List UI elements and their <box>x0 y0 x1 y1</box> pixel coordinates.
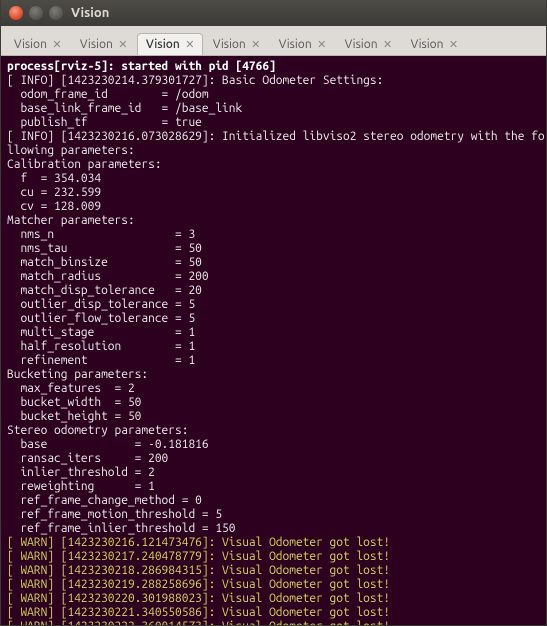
warn-line: [ WARN] [1423230219.288258696]: Visual O… <box>7 578 390 591</box>
close-icon[interactable]: ✕ <box>184 39 196 51</box>
info-line-2b: llowing parameters: <box>7 144 135 157</box>
tab-label: Vision <box>80 38 113 51</box>
setting-publish-tf: publish_tf = true <box>7 116 202 129</box>
setting-base-link-frame-id: base_link_frame_id = /base_link <box>7 102 242 115</box>
warn-line: [ WARN] [1423230222.360014573]: Visual O… <box>7 620 390 625</box>
titlebar[interactable]: Vision <box>1 0 546 26</box>
bucketing-header: Bucketing parameters: <box>7 368 148 381</box>
close-icon[interactable] <box>9 6 23 20</box>
stereo-ref-frame-motion-threshold: ref_frame_motion_threshold = 5 <box>7 508 222 521</box>
calib-cu: cu = 232.599 <box>7 186 101 199</box>
tab-vision-5[interactable]: Vision ✕ <box>270 33 335 55</box>
terminal-output[interactable]: process[rviz-5]: started with pid [4766]… <box>1 56 546 625</box>
warn-line: [ WARN] [1423230216.121473476]: Visual O… <box>7 536 390 549</box>
warn-line: [ WARN] [1423230220.301988023]: Visual O… <box>7 592 390 605</box>
bucketing-bucket-height: bucket_height = 50 <box>7 410 141 423</box>
tab-bar: Vision✕ Vision✕ Vision✕ Vision✕ Vision✕ … <box>1 26 546 56</box>
close-icon[interactable]: ✕ <box>316 39 328 51</box>
tab-label: Vision <box>279 38 312 51</box>
matcher-nms-tau: nms_tau = 50 <box>7 242 202 255</box>
calib-cv: cv = 128.009 <box>7 200 101 213</box>
matcher-nms-n: nms_n = 3 <box>7 228 195 241</box>
matcher-outlier-disp-tolerance: outlier_disp_tolerance = 5 <box>7 298 195 311</box>
minimize-icon[interactable] <box>29 6 43 20</box>
tab-label: Vision <box>411 38 444 51</box>
tab-vision-6[interactable]: Vision ✕ <box>336 33 401 55</box>
close-icon[interactable]: ✕ <box>448 39 460 51</box>
setting-odom-frame-id: odom_frame_id = /odom <box>7 88 209 101</box>
info-line-2a: [ INFO] [1423230216.073028629]: Initiali… <box>7 130 545 143</box>
stereo-ref-frame-inlier-threshold: ref_frame_inlier_threshold = 150 <box>7 522 235 535</box>
tab-vision-4[interactable]: Vision ✕ <box>204 33 269 55</box>
calib-f: f = 354.034 <box>7 172 101 185</box>
warn-line: [ WARN] [1423230221.340550586]: Visual O… <box>7 606 390 619</box>
tab-label: Vision <box>213 38 246 51</box>
tab-label: Vision <box>146 38 180 51</box>
close-icon[interactable]: ✕ <box>250 39 262 51</box>
matcher-match-disp-tolerance: match_disp_tolerance = 20 <box>7 284 202 297</box>
tab-label: Vision <box>14 38 47 51</box>
tab-vision-3[interactable]: Vision ✕ <box>137 33 203 55</box>
calibration-header: Calibration parameters: <box>7 158 162 171</box>
window-title: Vision <box>71 6 109 20</box>
close-icon[interactable]: ✕ <box>51 39 63 51</box>
bucketing-bucket-width: bucket_width = 50 <box>7 396 141 409</box>
tab-label: Vision <box>345 38 378 51</box>
matcher-multi-stage: multi_stage = 1 <box>7 326 195 339</box>
stereo-inlier-threshold: inlier_threshold = 2 <box>7 466 155 479</box>
tab-vision-1[interactable]: Vision ✕ <box>5 33 70 55</box>
warn-line: [ WARN] [1423230218.286984315]: Visual O… <box>7 564 390 577</box>
close-icon[interactable]: ✕ <box>117 39 129 51</box>
matcher-header: Matcher parameters: <box>7 214 135 227</box>
maximize-icon[interactable] <box>49 6 63 20</box>
warn-line: [ WARN] [1423230217.240478779]: Visual O… <box>7 550 390 563</box>
matcher-match-radius: match_radius = 200 <box>7 270 209 283</box>
app-window: Vision Vision ✕ Vision ✕ Vision ✕ Vision ✕ V… <box>0 0 547 626</box>
close-icon[interactable]: ✕ <box>382 39 394 51</box>
info-line-1: [ INFO] [1423230214.379301727]: Basic Od… <box>7 74 383 87</box>
matcher-half-resolution: half_resolution = 1 <box>7 340 195 353</box>
tab-vision-2[interactable]: Vision ✕ <box>71 33 136 55</box>
stereo-header: Stereo odometry parameters: <box>7 424 188 437</box>
matcher-refinement: refinement = 1 <box>7 354 195 367</box>
process-line: process[rviz-5]: started with pid [4766] <box>7 60 276 73</box>
window-buttons <box>9 6 63 20</box>
tab-vision-7[interactable]: Vision ✕ <box>402 33 467 55</box>
stereo-reweighting: reweighting = 1 <box>7 480 155 493</box>
stereo-ransac-iters: ransac_iters = 200 <box>7 452 168 465</box>
stereo-ref-frame-change-method: ref_frame_change_method = 0 <box>7 494 202 507</box>
matcher-match-binsize: match_binsize = 50 <box>7 256 202 269</box>
bucketing-max-features: max_features = 2 <box>7 382 135 395</box>
matcher-outlier-flow-tolerance: outlier_flow_tolerance = 5 <box>7 312 195 325</box>
stereo-base: base = -0.181816 <box>7 438 209 451</box>
